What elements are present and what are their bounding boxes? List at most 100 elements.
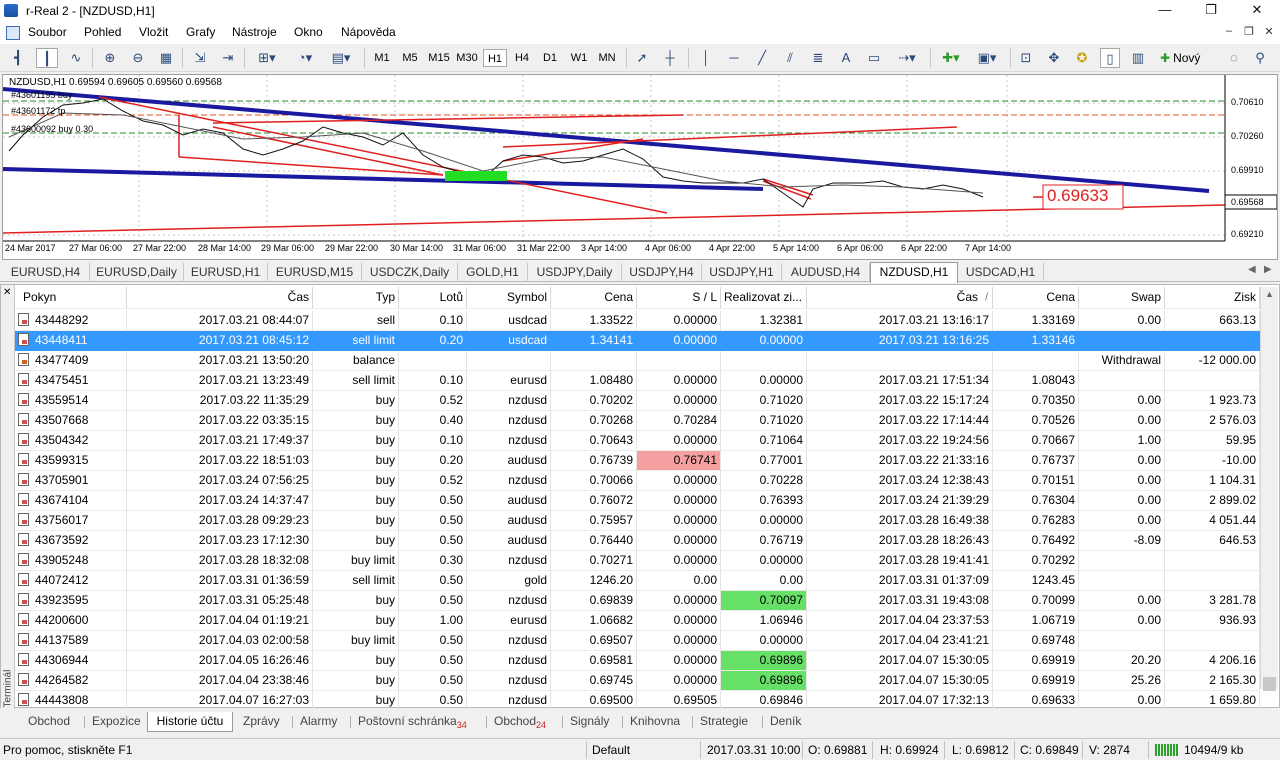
table-row[interactable]: 43507668 2017.03.22 03:35:15 buy 0.40 nzdusd…: [15, 411, 1260, 431]
navigator-icon[interactable]: ✥: [1044, 48, 1064, 68]
col-pokyn[interactable]: Pokyn: [15, 287, 127, 309]
table-row[interactable]: 44137589 2017.04.03 02:00:58 buy limit 0.50…: [15, 631, 1260, 651]
crosshair-icon[interactable]: ┼: [660, 48, 680, 68]
chart-tab[interactable]: USDJPY,Daily: [528, 263, 622, 282]
table-row[interactable]: 43923595 2017.03.31 05:25:48 buy 0.50 nzdusd…: [15, 591, 1260, 611]
col-cas-open[interactable]: Čas: [127, 287, 313, 309]
table-row[interactable]: 43448292 2017.03.21 08:44:07 sell 0.10 usdca…: [15, 311, 1260, 331]
chart-tab[interactable]: USDJPY,H4: [622, 263, 702, 282]
menu-vlozit[interactable]: Vložit: [139, 25, 168, 39]
tab-obchod[interactable]: Obchod: [28, 712, 80, 732]
chart-tab[interactable]: USDJPY,H1: [702, 263, 782, 282]
trend-line-icon[interactable]: ╱: [752, 48, 772, 68]
chart-tab-active[interactable]: NZDUSD,H1: [870, 262, 958, 283]
zoom-out-icon[interactable]: ⊖: [128, 48, 148, 68]
chart-tab[interactable]: EURUSD,H4: [2, 263, 90, 282]
col-typ[interactable]: Typ: [313, 287, 399, 309]
chart-tab[interactable]: AUDUSD,H4: [782, 263, 870, 282]
timeframe-mn[interactable]: MN: [594, 49, 620, 67]
zoom-in-icon[interactable]: ⊕: [100, 48, 120, 68]
table-row[interactable]: 44200600 2017.04.04 01:19:21 buy 1.00 eurusd…: [15, 611, 1260, 631]
tab-knihovna[interactable]: Knihovna: [630, 712, 686, 732]
terminal-close-icon[interactable]: ✕: [3, 287, 11, 298]
document-icon[interactable]: [6, 26, 20, 40]
tab-denik[interactable]: Deník: [770, 712, 810, 732]
table-row[interactable]: 43504342 2017.03.21 17:49:37 buy 0.10 nzdusd…: [15, 431, 1260, 451]
autoscroll-icon[interactable]: ⇲: [190, 48, 210, 68]
line-chart-icon[interactable]: ∿: [66, 48, 86, 68]
market-watch-icon[interactable]: ⊡: [1016, 48, 1036, 68]
mdi-minimize-icon[interactable]: –: [1220, 25, 1238, 41]
periods-clock-icon[interactable]: ◔▾: [290, 48, 320, 68]
bar-chart-icon[interactable]: ┫: [8, 48, 28, 68]
timeframe-h4[interactable]: H4: [510, 49, 534, 67]
chat-icon[interactable]: ◌: [1224, 48, 1244, 68]
close-window-button[interactable]: ✕: [1234, 0, 1280, 22]
tab-signaly[interactable]: Signály: [570, 712, 616, 732]
col-symbol[interactable]: Symbol: [467, 287, 551, 309]
templates-icon[interactable]: ▤▾: [326, 48, 356, 68]
new-order-button[interactable]: ✚ Nový: [1160, 48, 1200, 68]
table-row[interactable]: 43705901 2017.03.24 07:56:25 buy 0.52 nzdusd…: [15, 471, 1260, 491]
tab-scroll-right-icon[interactable]: ▶: [1264, 264, 1272, 275]
table-row[interactable]: 43673592 2017.03.23 17:12:30 buy 0.50 audusd…: [15, 531, 1260, 551]
tester-icon[interactable]: ▥: [1128, 48, 1148, 68]
table-row[interactable]: 43905248 2017.03.28 18:32:08 buy limit 0.30…: [15, 551, 1260, 571]
profiles-icon[interactable]: ▣▾: [972, 48, 1002, 68]
chart-tab[interactable]: USDCZK,Daily: [362, 263, 458, 282]
arrows-icon[interactable]: ⇢▾: [892, 48, 922, 68]
col-swap[interactable]: Swap: [1079, 287, 1165, 309]
chart-tab[interactable]: EURUSD,H1: [184, 263, 268, 282]
scroll-up-icon[interactable]: ▲: [1265, 289, 1274, 299]
timeframe-m5[interactable]: M5: [398, 49, 422, 67]
tab-zpravy[interactable]: Zprávy: [243, 712, 285, 732]
menu-soubor[interactable]: Soubor: [28, 25, 67, 39]
table-row[interactable]: 43448411 2017.03.21 08:45:12 sell limit 0.2…: [15, 331, 1260, 351]
table-row[interactable]: 44264582 2017.04.04 23:38:46 buy 0.50 nzdusd…: [15, 671, 1260, 691]
table-row[interactable]: 44443808 2017.04.07 16:27:03 buy 0.50 nzdusd…: [15, 691, 1260, 711]
minimize-button[interactable]: —: [1142, 0, 1188, 22]
vertical-line-icon[interactable]: │: [696, 48, 716, 68]
tab-scroll-left-icon[interactable]: ◀: [1248, 264, 1256, 275]
table-row[interactable]: 43756017 2017.03.28 09:29:23 buy 0.50 audusd…: [15, 511, 1260, 531]
timeframe-m1[interactable]: M1: [370, 49, 394, 67]
price-chart[interactable]: NZDUSD,H1 0.69594 0.69605 0.69560 0.6956…: [2, 74, 1278, 260]
horizontal-line-icon[interactable]: ─: [724, 48, 744, 68]
chart-tab[interactable]: EURUSD,Daily: [90, 263, 184, 282]
col-tp[interactable]: Realizovat zi...: [721, 287, 807, 309]
scroll-thumb[interactable]: [1263, 677, 1276, 691]
mdi-close-icon[interactable]: ✕: [1260, 25, 1278, 41]
tab-historie-uctu[interactable]: Historie účtu: [147, 712, 233, 732]
tab-alarmy[interactable]: Alarmy: [300, 712, 344, 732]
fibonacci-icon[interactable]: ≣: [808, 48, 828, 68]
menu-pohled[interactable]: Pohled: [84, 25, 121, 39]
candlestick-icon[interactable]: ┃: [36, 48, 58, 68]
table-row[interactable]: 43477409 2017.03.21 13:50:20 balance Withdr…: [15, 351, 1260, 371]
chart-tab[interactable]: GOLD,H1: [458, 263, 528, 282]
equidistant-channel-icon[interactable]: ⫽: [780, 48, 800, 68]
text-label-icon[interactable]: ▭: [864, 48, 884, 68]
timeframe-d1[interactable]: D1: [538, 49, 562, 67]
indicators-icon[interactable]: ⊞▾: [252, 48, 282, 68]
timeframe-h1[interactable]: H1: [483, 49, 507, 67]
search-icon[interactable]: ⚲: [1250, 48, 1270, 68]
terminal-toggle-icon[interactable]: ▯: [1100, 48, 1120, 68]
chart-tab[interactable]: EURUSD,M15: [268, 263, 362, 282]
menu-grafy[interactable]: Grafy: [186, 25, 215, 39]
timeframe-m30[interactable]: M30: [454, 49, 480, 67]
favorites-star-icon[interactable]: ✪: [1072, 48, 1092, 68]
table-scrollbar[interactable]: ▲: [1260, 287, 1278, 691]
col-zisk[interactable]: Zisk: [1165, 287, 1260, 309]
menu-okno[interactable]: Okno: [294, 25, 323, 39]
timeframe-w1[interactable]: W1: [566, 49, 592, 67]
menu-nastroje[interactable]: Nástroje: [232, 25, 277, 39]
timeframe-m15[interactable]: M15: [426, 49, 452, 67]
chart-tab[interactable]: USDCAD,H1: [958, 263, 1044, 282]
col-cena-open[interactable]: Cena: [551, 287, 637, 309]
new-order-icon[interactable]: ✚▾: [936, 48, 966, 68]
chart-shift-icon[interactable]: ⇥: [218, 48, 238, 68]
table-row[interactable]: 43475451 2017.03.21 13:23:49 sell limit 0.1…: [15, 371, 1260, 391]
restore-button[interactable]: ❐: [1188, 0, 1234, 22]
cursor-icon[interactable]: ➚: [632, 48, 652, 68]
col-cena-close[interactable]: Cena: [993, 287, 1079, 309]
